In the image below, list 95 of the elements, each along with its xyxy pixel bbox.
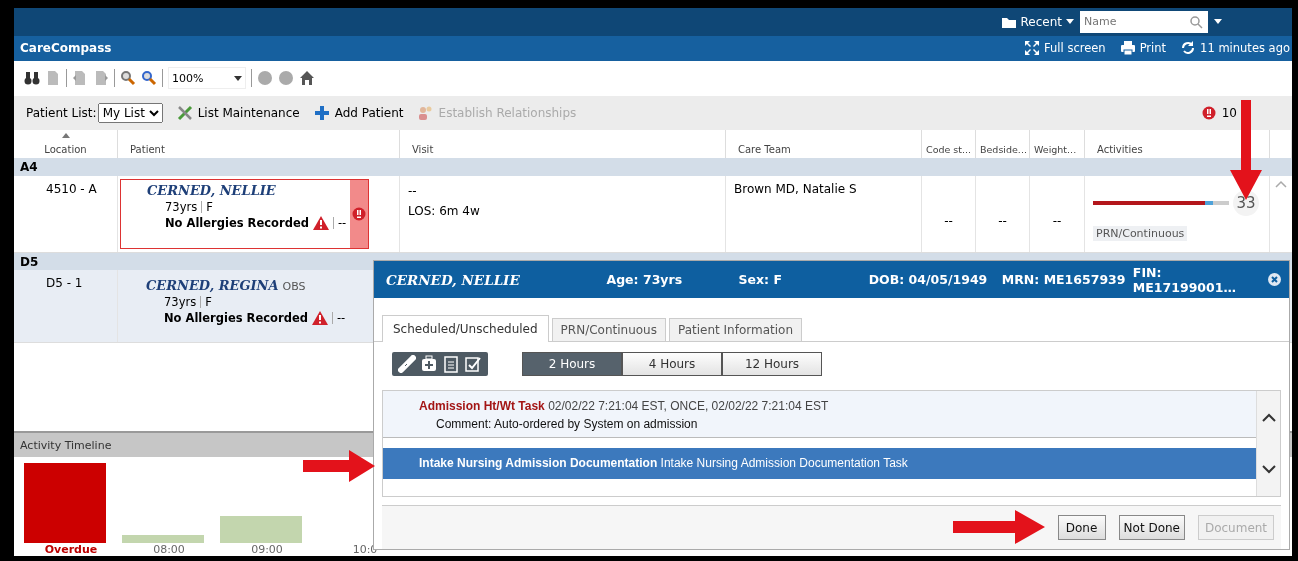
sex-text: F bbox=[206, 199, 213, 214]
action-button[interactable]: Done bbox=[1057, 515, 1106, 540]
allergies-text: No Allergies Recorded bbox=[165, 215, 309, 230]
alert-count: 10 bbox=[1221, 105, 1237, 120]
patient-tag: OBS bbox=[282, 280, 306, 294]
fullscreen-icon bbox=[1024, 40, 1041, 57]
range-button[interactable]: 2 Hours bbox=[522, 352, 622, 376]
toolbar-link[interactable]: Print bbox=[1119, 40, 1167, 57]
column-header[interactable]: Code st... bbox=[926, 144, 972, 156]
task-title: Intake Nursing Admission Documentation bbox=[419, 456, 658, 470]
patient-name[interactable]: CERNED, REGINA bbox=[146, 278, 279, 294]
warning-icon bbox=[312, 215, 329, 230]
visit-text: -- bbox=[408, 183, 418, 198]
column-header[interactable]: Bedside... bbox=[980, 144, 1027, 156]
care-team-text: Brown MD, Natalie S bbox=[734, 181, 857, 196]
table-cell: -- bbox=[944, 213, 953, 228]
clipboard-icon[interactable] bbox=[442, 355, 460, 373]
zoom-dropdown[interactable]: 100% bbox=[168, 67, 246, 90]
axis-label: 08:00 bbox=[152, 543, 186, 556]
task-details: 02/02/22 7:21:04 EST, ONCE, 02/02/22 7:21:04 EST bbox=[548, 399, 829, 413]
document-icon[interactable] bbox=[93, 70, 109, 87]
annotation-arrow bbox=[303, 450, 375, 482]
recent-menu[interactable]: Recent bbox=[1000, 14, 1074, 29]
warning-icon bbox=[311, 311, 328, 326]
patient-name: CERNED, NELLIE bbox=[386, 271, 521, 288]
sex-text: F bbox=[205, 295, 212, 310]
patient-field: Age: 73yrs bbox=[606, 272, 739, 287]
axis-label: Overdue bbox=[43, 543, 99, 556]
patient-name[interactable]: CERNED, NELLIE bbox=[147, 182, 276, 198]
alert-icon bbox=[1201, 105, 1216, 120]
zoom-out-icon[interactable] bbox=[120, 70, 136, 87]
toolbar-link[interactable]: 11 minutes ago bbox=[1180, 40, 1290, 57]
task-comment: Comment: Auto-ordered by System on admission bbox=[435, 417, 699, 431]
location-text: 4510 - A bbox=[46, 181, 97, 196]
scroll-down-icon[interactable] bbox=[1261, 465, 1276, 475]
tab[interactable]: Scheduled/Unscheduled bbox=[382, 315, 549, 342]
range-button[interactable]: 12 Hours bbox=[722, 352, 822, 376]
toolbar-link[interactable]: Add Patient bbox=[313, 104, 404, 121]
age-text: 73yrs bbox=[164, 295, 197, 310]
tools-icon bbox=[176, 104, 193, 121]
list-select[interactable]: My List bbox=[97, 102, 163, 123]
medical-bag-icon[interactable] bbox=[420, 355, 438, 373]
activity-label: PRN/Continuous bbox=[1093, 225, 1188, 241]
zoom-in-icon[interactable] bbox=[141, 70, 157, 87]
checklist-icon[interactable] bbox=[464, 355, 482, 373]
column-header[interactable]: Location bbox=[44, 144, 87, 156]
task-details: Intake Nursing Admission Documentation Task bbox=[660, 456, 908, 470]
pill-icon[interactable] bbox=[398, 355, 416, 373]
caret-icon[interactable] bbox=[1214, 18, 1222, 25]
group-header: A4 bbox=[14, 158, 1292, 176]
zoom-value: 100% bbox=[172, 71, 204, 85]
table-cell: -- bbox=[1052, 213, 1062, 228]
people-icon bbox=[417, 104, 434, 121]
range-button[interactable]: 4 Hours bbox=[622, 352, 722, 376]
toolbar-link[interactable]: List Maintenance bbox=[176, 104, 300, 121]
dash-text: -- bbox=[337, 215, 347, 230]
column-header[interactable]: Care Team bbox=[738, 144, 791, 156]
visit-text: LOS: 6m 4w bbox=[408, 203, 481, 218]
home-icon[interactable] bbox=[299, 70, 315, 87]
tab[interactable]: PRN/Continuous bbox=[551, 318, 666, 341]
app-title: CareCompass bbox=[20, 41, 113, 56]
patient-field: Sex: F bbox=[738, 272, 869, 287]
column-header[interactable]: Patient bbox=[130, 144, 165, 156]
search-field[interactable]: Name bbox=[1080, 10, 1208, 33]
search-icon[interactable] bbox=[1189, 14, 1203, 29]
toolbar-link[interactable]: Full screen bbox=[1024, 40, 1106, 57]
caret-icon bbox=[234, 75, 242, 81]
allergies-text: No Allergies Recorded bbox=[164, 311, 308, 326]
plus-icon bbox=[313, 104, 330, 121]
binoculars-icon[interactable] bbox=[24, 70, 40, 87]
column-header[interactable]: Activities bbox=[1097, 144, 1143, 156]
tab[interactable]: Patient Information bbox=[668, 318, 803, 341]
task-title: Admission Ht/Wt Task bbox=[419, 399, 545, 413]
patient-field: MRN: ME1657939 bbox=[1001, 272, 1133, 287]
age-text: 73yrs bbox=[165, 199, 198, 214]
task-item[interactable]: Intake Nursing Admission Documentation Intake Nursing Admission Documentation Task bbox=[383, 448, 1256, 479]
axis-label: 09:00 bbox=[250, 543, 284, 556]
printer-icon bbox=[1119, 40, 1136, 57]
refresh-icon bbox=[1180, 40, 1197, 57]
table-cell: -- bbox=[998, 213, 1007, 228]
location-text: D5 - 1 bbox=[46, 276, 83, 291]
table-row[interactable]: 4510 - A CERNED, NELLIE 73yrs F No Allergies Recorded -- -- LOS: 6m 4w Brown MD, Natalie S -- -- -- 33 PRN/Continuous bbox=[14, 175, 1292, 253]
document-icon[interactable] bbox=[72, 70, 88, 87]
close-icon[interactable] bbox=[1268, 273, 1281, 286]
task-item[interactable]: Admission Ht/Wt Task 02/02/22 7:21:04 EST, ONCE, 02/02/22 7:21:04 EST Comment: Auto-ordered by System on admission bbox=[383, 391, 1256, 438]
list-label: Patient List: bbox=[26, 105, 97, 120]
action-button[interactable]: Not Done bbox=[1118, 515, 1185, 540]
column-header[interactable]: Weight... bbox=[1034, 144, 1077, 156]
scroll-up-icon[interactable] bbox=[1261, 412, 1276, 422]
caret-icon bbox=[1066, 18, 1074, 25]
column-header[interactable]: Visit bbox=[412, 144, 434, 156]
alert-icon bbox=[352, 206, 366, 221]
patient-field: DOB: 04/05/1949 bbox=[868, 272, 1002, 287]
activity-count[interactable]: 33 bbox=[1233, 189, 1259, 216]
dash-text: -- bbox=[336, 311, 346, 326]
